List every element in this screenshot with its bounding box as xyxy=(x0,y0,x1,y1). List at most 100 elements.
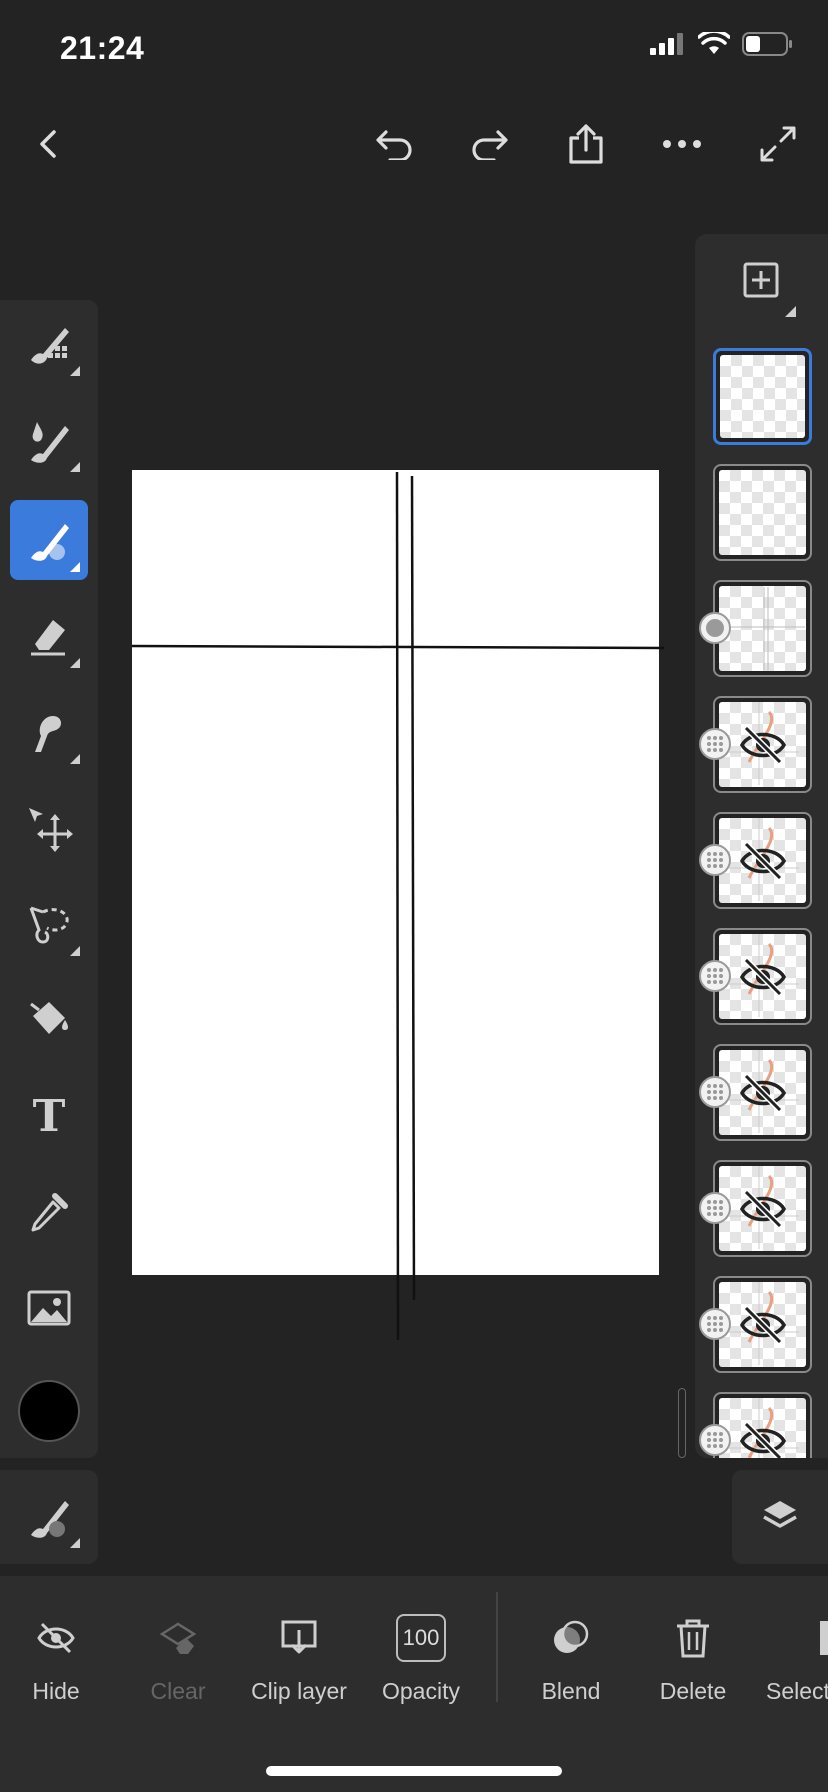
layer-mask-badge[interactable] xyxy=(699,1076,731,1108)
delete-action[interactable]: Delete xyxy=(633,1610,753,1705)
layer-mask-badge[interactable] xyxy=(699,844,731,876)
select-label: Select xyxy=(766,1678,828,1704)
hide-action[interactable]: Hide xyxy=(0,1610,116,1705)
layer-mask-badge[interactable] xyxy=(699,1424,731,1456)
layer-preview xyxy=(719,702,806,787)
clear-layer-icon xyxy=(159,1622,197,1654)
more-button[interactable] xyxy=(650,112,714,176)
battery-icon xyxy=(742,32,792,56)
tool-rail: T xyxy=(0,300,98,1458)
tool-fill[interactable] xyxy=(10,980,88,1060)
undo-icon xyxy=(376,130,412,160)
eye-slash-icon xyxy=(739,957,786,996)
tool-eraser[interactable] xyxy=(10,596,88,676)
dot-icon xyxy=(706,619,724,637)
eyedropper-icon xyxy=(31,1193,68,1232)
undo-button[interactable] xyxy=(362,112,426,176)
opacity-label: Opacity xyxy=(382,1678,460,1704)
image-icon xyxy=(27,1290,71,1326)
clip-layer-action[interactable]: Clip layer xyxy=(239,1610,359,1705)
layers-toggle-button[interactable] xyxy=(732,1470,828,1564)
layers-icon xyxy=(763,1501,797,1528)
home-indicator xyxy=(266,1766,562,1776)
share-button[interactable] xyxy=(554,112,618,176)
drawing-canvas[interactable] xyxy=(132,470,659,1275)
tool-eyedropper[interactable] xyxy=(10,1172,88,1252)
tool-smudge[interactable] xyxy=(10,692,88,772)
dot-grid-icon xyxy=(707,1316,723,1332)
status-time: 21:24 xyxy=(60,30,145,66)
more-icon xyxy=(663,140,701,148)
layer-mask-badge[interactable] xyxy=(699,728,731,760)
watercolor-brush-icon xyxy=(31,422,69,463)
brush-settings-icon xyxy=(31,1501,69,1538)
layer-thumbnail[interactable] xyxy=(713,348,812,445)
tool-image[interactable] xyxy=(10,1268,88,1348)
delete-label: Delete xyxy=(659,1678,727,1704)
opacity-value: 100 xyxy=(396,1614,446,1662)
layer-preview xyxy=(719,1398,806,1458)
lasso-icon xyxy=(29,906,69,944)
layer-action-bar: Hide Clear Clip layer 100 Opacity Blend … xyxy=(0,1576,828,1792)
back-icon xyxy=(40,130,56,158)
add-layer-corner xyxy=(785,306,796,317)
signal-icon xyxy=(650,33,683,55)
redo-button[interactable] xyxy=(458,112,522,176)
brush-settings-button[interactable] xyxy=(0,1470,98,1564)
blend-icon xyxy=(554,1620,589,1653)
tool-live-brush[interactable] xyxy=(10,500,88,580)
layer-preview xyxy=(720,355,805,438)
opacity-action[interactable]: 100 Opacity xyxy=(361,1610,481,1705)
select-action[interactable]: Select xyxy=(740,1610,828,1705)
dot-grid-icon xyxy=(707,1084,723,1100)
clip-layer-icon xyxy=(281,1620,317,1654)
layer-mask-badge[interactable] xyxy=(699,960,731,992)
smudge-icon xyxy=(35,716,61,752)
dot-grid-icon xyxy=(707,1200,723,1216)
layer-mask-badge[interactable] xyxy=(699,1192,731,1224)
color-swatch[interactable] xyxy=(18,1380,80,1442)
eye-slash-icon xyxy=(739,725,786,764)
layers-panel xyxy=(695,234,828,1458)
expand-icon xyxy=(760,126,796,162)
add-layer-icon xyxy=(743,262,779,298)
tool-text[interactable]: T xyxy=(10,1076,88,1156)
eye-slash-icon xyxy=(739,1189,786,1228)
tool-lasso-select[interactable] xyxy=(10,884,88,964)
select-icon xyxy=(820,1621,828,1655)
tool-watercolor-brush[interactable] xyxy=(10,400,88,480)
layer-scrollbar[interactable] xyxy=(678,1388,686,1458)
layer-preview xyxy=(719,470,806,555)
add-layer-button[interactable] xyxy=(743,262,779,298)
layer-preview xyxy=(719,1166,806,1251)
guide-sketch-preview xyxy=(720,587,805,670)
live-brush-icon xyxy=(31,524,69,561)
eye-slash-icon xyxy=(739,1421,786,1458)
fullscreen-button[interactable] xyxy=(746,112,810,176)
tool-transform[interactable] xyxy=(10,788,88,868)
dot-grid-icon xyxy=(707,1432,723,1448)
layer-selected-indicator[interactable] xyxy=(699,612,731,644)
redo-icon xyxy=(472,130,508,160)
back-button[interactable] xyxy=(16,112,80,176)
text-icon: T xyxy=(32,1090,66,1142)
hide-label: Hide xyxy=(32,1678,80,1704)
eye-slash-icon xyxy=(739,1305,786,1344)
clear-label: Clear xyxy=(150,1678,206,1704)
eraser-icon xyxy=(31,620,65,656)
clip-layer-label: Clip layer xyxy=(251,1678,347,1704)
layer-thumbnail[interactable] xyxy=(713,464,812,561)
eye-slash-icon xyxy=(37,1622,75,1654)
layer-preview xyxy=(719,586,806,671)
dot-grid-icon xyxy=(707,968,723,984)
transform-icon xyxy=(29,808,73,852)
trash-icon xyxy=(677,1619,709,1658)
dot-grid-icon xyxy=(707,852,723,868)
brush-settings-corner xyxy=(70,1538,80,1548)
tool-pixel-brush[interactable] xyxy=(10,304,88,384)
layer-preview xyxy=(719,1050,806,1135)
share-icon xyxy=(569,124,603,164)
clear-action[interactable]: Clear xyxy=(118,1610,238,1705)
layer-mask-badge[interactable] xyxy=(699,1308,731,1340)
blend-action[interactable]: Blend xyxy=(511,1610,631,1705)
